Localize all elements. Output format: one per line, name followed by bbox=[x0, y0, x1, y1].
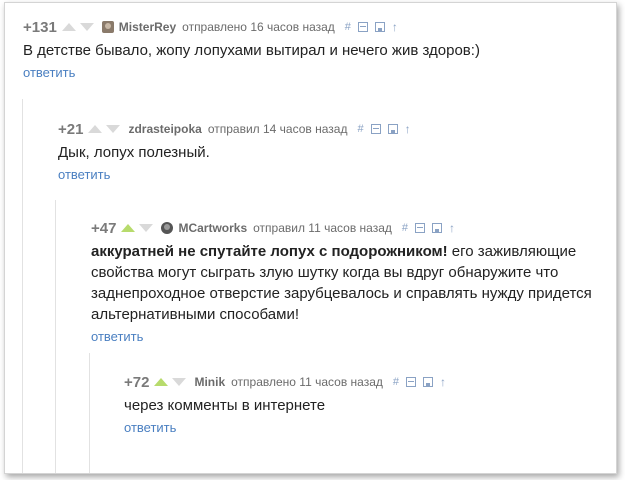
save-icon[interactable] bbox=[374, 22, 385, 32]
comment-text-body: Дык, лопух полезный. bbox=[58, 144, 210, 161]
comment-header: +47 MCartworks отправил 11 часов назад #… bbox=[91, 218, 596, 238]
comment-author[interactable]: MCartworks bbox=[178, 221, 247, 235]
vote-down-icon[interactable] bbox=[79, 23, 94, 31]
comment-1: +131 MisterRey отправлено 16 часов назад… bbox=[23, 17, 608, 82]
comment-text: Дык, лопух полезный. bbox=[58, 142, 608, 163]
save-icon[interactable] bbox=[432, 223, 443, 233]
comment-time[interactable]: отправил 14 часов назад bbox=[208, 122, 348, 136]
avatar[interactable] bbox=[101, 21, 114, 33]
comment-time[interactable]: отправил 11 часов назад bbox=[253, 221, 392, 235]
comment-text-body: В детстве бывало, жопу лопухами вытирал … bbox=[23, 42, 480, 59]
hash-link-icon[interactable]: # bbox=[393, 376, 399, 388]
hash-link-icon[interactable]: # bbox=[402, 222, 408, 234]
parent-arrow-icon[interactable]: ↑ bbox=[449, 221, 455, 235]
vote-down-icon[interactable] bbox=[172, 378, 187, 386]
hash-link-icon[interactable]: # bbox=[357, 123, 363, 135]
reply-link[interactable]: ответить bbox=[58, 167, 110, 182]
save-icon[interactable] bbox=[423, 377, 433, 387]
collapse-icon[interactable] bbox=[370, 124, 381, 134]
reply-link[interactable]: ответить bbox=[23, 65, 75, 80]
comment-header: +72 Minik отправлено 11 часов назад # ↑ bbox=[124, 372, 594, 392]
comment-text: через комменты в интернете bbox=[124, 395, 594, 416]
thread-line-3 bbox=[89, 353, 90, 473]
parent-arrow-icon[interactable]: ↑ bbox=[392, 20, 398, 34]
comment-author[interactable]: Minik bbox=[194, 375, 225, 389]
comment-header: +21 zdrasteipoka отправил 14 часов назад… bbox=[58, 119, 608, 139]
parent-arrow-icon[interactable]: ↑ bbox=[405, 122, 411, 136]
comment-4: +72 Minik отправлено 11 часов назад # ↑ … bbox=[124, 372, 594, 437]
thread-line-2 bbox=[55, 200, 56, 473]
thread-line-1 bbox=[22, 99, 23, 473]
collapse-icon[interactable] bbox=[357, 22, 368, 32]
hash-link-icon[interactable]: # bbox=[345, 21, 351, 33]
comment-text: аккуратней не спутайте лопух с подорожни… bbox=[91, 241, 596, 325]
reply-link[interactable]: ответить bbox=[91, 329, 143, 344]
comment-text-bold: аккуратней не спутайте лопух с подорожни… bbox=[91, 243, 448, 260]
comments-window: +131 MisterRey отправлено 16 часов назад… bbox=[4, 2, 617, 474]
comment-time[interactable]: отправлено 16 часов назад bbox=[182, 20, 335, 34]
parent-arrow-icon[interactable]: ↑ bbox=[440, 375, 446, 389]
comment-2: +21 zdrasteipoka отправил 14 часов назад… bbox=[58, 119, 608, 184]
comment-text: В детстве бывало, жопу лопухами вытирал … bbox=[23, 40, 608, 61]
comment-time[interactable]: отправлено 11 часов назад bbox=[231, 375, 383, 389]
collapse-icon[interactable] bbox=[406, 377, 416, 387]
collapse-icon[interactable] bbox=[415, 223, 426, 233]
vote-up-icon[interactable] bbox=[121, 224, 136, 232]
vote-down-icon[interactable] bbox=[139, 224, 154, 232]
vote-up-icon[interactable] bbox=[154, 378, 169, 386]
avatar[interactable] bbox=[161, 222, 174, 234]
comment-author[interactable]: MisterRey bbox=[119, 20, 176, 34]
vote-up-icon[interactable] bbox=[61, 23, 76, 31]
vote-up-icon[interactable] bbox=[88, 125, 103, 133]
comment-rating: +21 bbox=[58, 120, 84, 138]
vote-down-icon[interactable] bbox=[106, 125, 121, 133]
reply-link[interactable]: ответить bbox=[124, 420, 176, 435]
comment-rating: +72 bbox=[124, 373, 150, 391]
comment-rating: +131 bbox=[23, 18, 57, 36]
comment-rating: +47 bbox=[91, 219, 117, 237]
comment-text-body: через комменты в интернете bbox=[124, 397, 326, 414]
comment-author[interactable]: zdrasteipoka bbox=[128, 122, 201, 136]
comment-header: +131 MisterRey отправлено 16 часов назад… bbox=[23, 17, 608, 37]
save-icon[interactable] bbox=[387, 124, 398, 134]
comment-3: +47 MCartworks отправил 11 часов назад #… bbox=[91, 218, 596, 346]
